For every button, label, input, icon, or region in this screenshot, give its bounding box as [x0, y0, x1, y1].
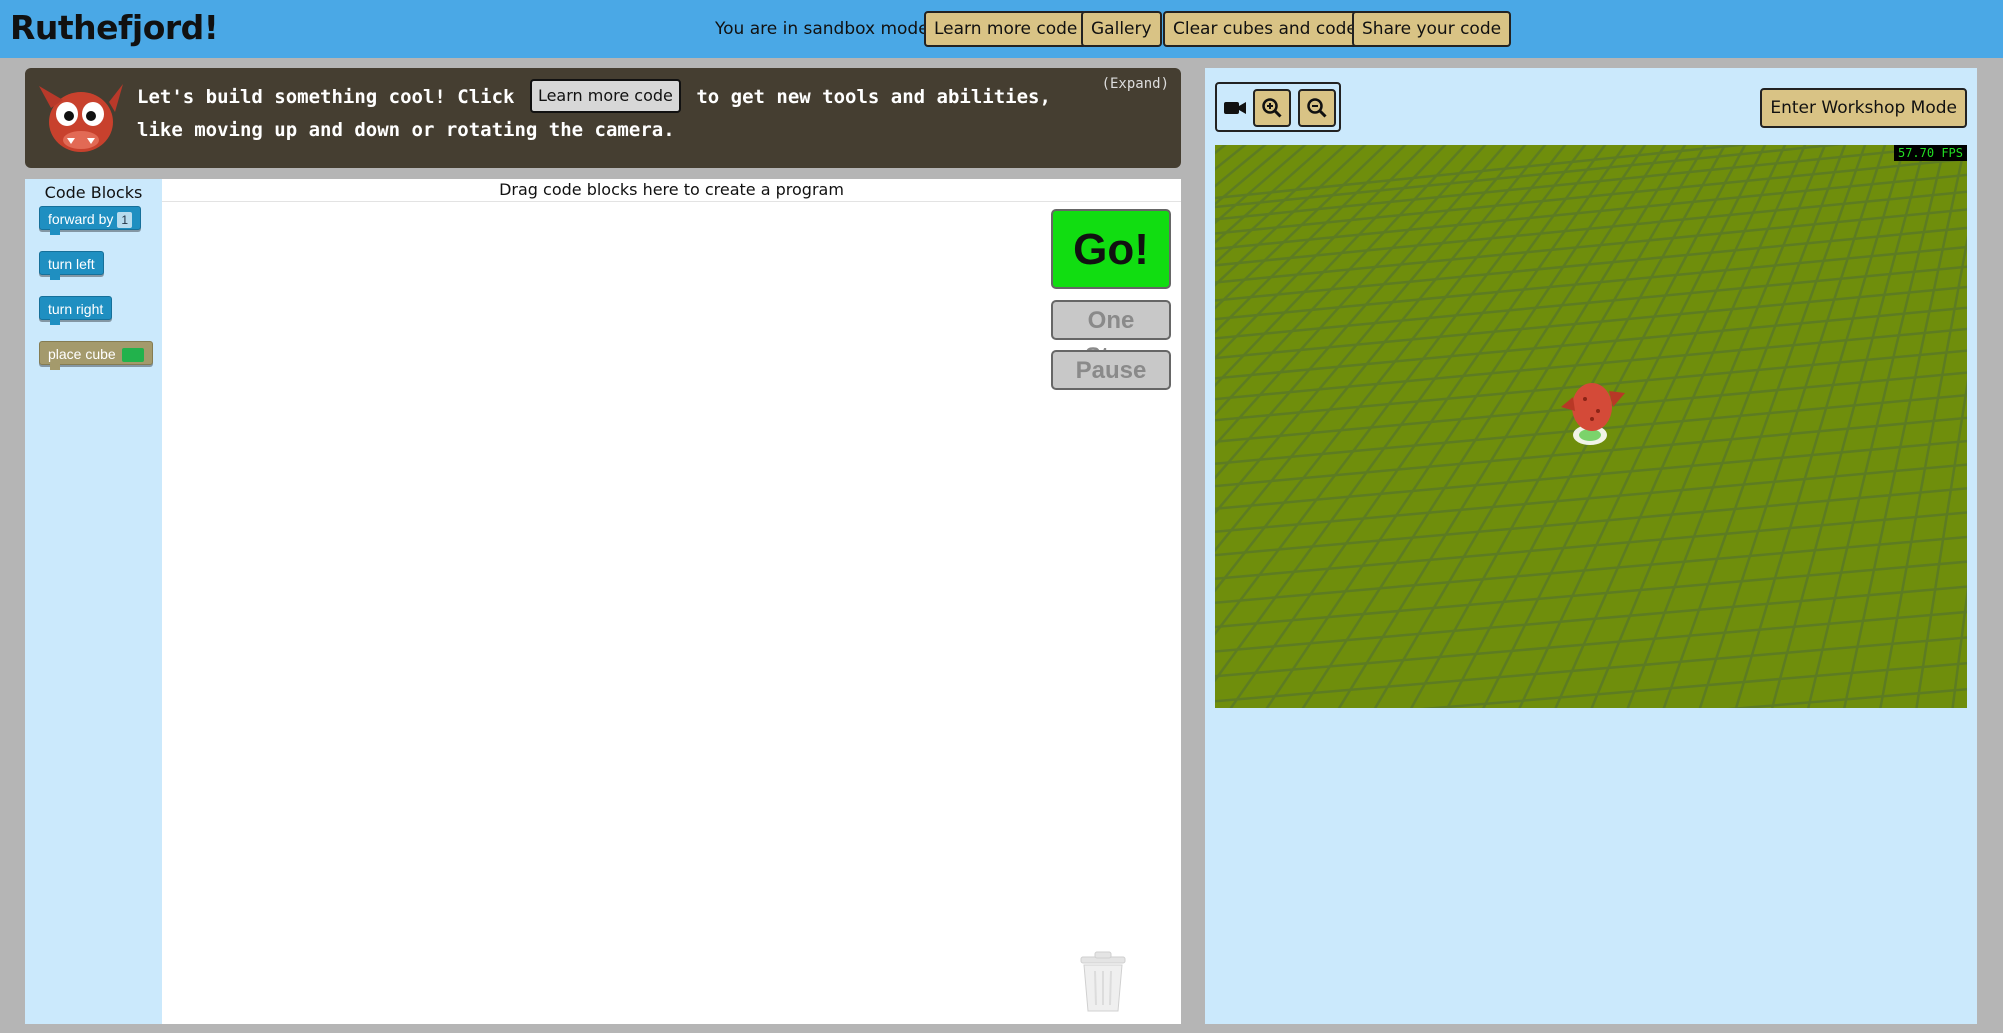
- enter-workshop-mode-button[interactable]: Enter Workshop Mode: [1760, 88, 1967, 128]
- program-canvas-hint: Drag code blocks here to create a progra…: [162, 179, 1181, 202]
- banner-message: Let's build something cool! Click Learn …: [137, 78, 1097, 147]
- one-step-button[interactable]: One Step: [1051, 300, 1171, 370]
- ground-grid: [1215, 145, 1967, 708]
- banner-learn-more-code-button[interactable]: Learn more code: [529, 78, 681, 113]
- zoom-in-button[interactable]: [1253, 89, 1291, 127]
- pause-button[interactable]: Pause: [1051, 350, 1171, 390]
- app-logo: Ruthefjord!: [10, 8, 219, 47]
- share-your-code-button[interactable]: Share your code: [1352, 11, 1512, 47]
- go-button[interactable]: Go!: [1051, 209, 1171, 289]
- 3d-world-viewport[interactable]: 57.70 FPS: [1215, 145, 1967, 708]
- code-workspace[interactable]: Code Blocks forward by 1 turn left turn r…: [25, 179, 1181, 1024]
- turn-right-block[interactable]: turn right: [39, 296, 113, 325]
- instruction-banner: Let's build something cool! Click Learn …: [25, 68, 1181, 168]
- toolbox-title: Code Blocks: [44, 183, 143, 202]
- zoom-in-icon: [1262, 98, 1282, 118]
- world-view-panel: Enter Workshop Mode 57.70 FPS: [1205, 68, 1977, 1024]
- block-label: place cube: [48, 346, 116, 362]
- dragon-mascot-icon: [39, 84, 123, 152]
- video-camera-icon: [1224, 102, 1246, 114]
- zoom-out-icon: [1307, 98, 1327, 118]
- forward-by-block[interactable]: forward by 1: [39, 206, 142, 235]
- forward-distance-field[interactable]: 1: [117, 212, 133, 228]
- camera-toolbar: [1215, 82, 1341, 132]
- banner-text-start: Let's build something cool! Click: [137, 86, 515, 108]
- code-blocks-toolbox: Code Blocks forward by 1 turn left turn r…: [25, 179, 162, 1024]
- top-bar: Ruthefjord! You are in sandbox mode! Lea…: [0, 0, 2003, 58]
- block-connector: [50, 364, 60, 370]
- sandbox-mode-text: You are in sandbox mode!: [715, 19, 936, 39]
- block-connector: [50, 319, 60, 325]
- trash-can-icon[interactable]: [1077, 951, 1129, 1015]
- fps-counter: 57.70 FPS: [1893, 145, 1967, 161]
- cube-color-swatch[interactable]: [121, 348, 144, 363]
- block-label: forward by: [48, 211, 114, 227]
- block-connector: [50, 229, 60, 235]
- gallery-button[interactable]: Gallery: [1081, 11, 1162, 47]
- expand-link[interactable]: (Expand): [1102, 76, 1169, 92]
- turn-left-block[interactable]: turn left: [39, 251, 104, 280]
- block-label: turn right: [48, 301, 104, 317]
- place-cube-block[interactable]: place cube: [39, 341, 153, 370]
- left-column: Let's build something cool! Click Learn …: [25, 68, 1181, 1024]
- zoom-out-button[interactable]: [1298, 89, 1336, 127]
- learn-more-code-button[interactable]: Learn more code: [924, 11, 1088, 47]
- block-label: turn left: [48, 256, 95, 272]
- block-connector: [50, 274, 60, 280]
- clear-cubes-and-code-button[interactable]: Clear cubes and code: [1163, 11, 1367, 47]
